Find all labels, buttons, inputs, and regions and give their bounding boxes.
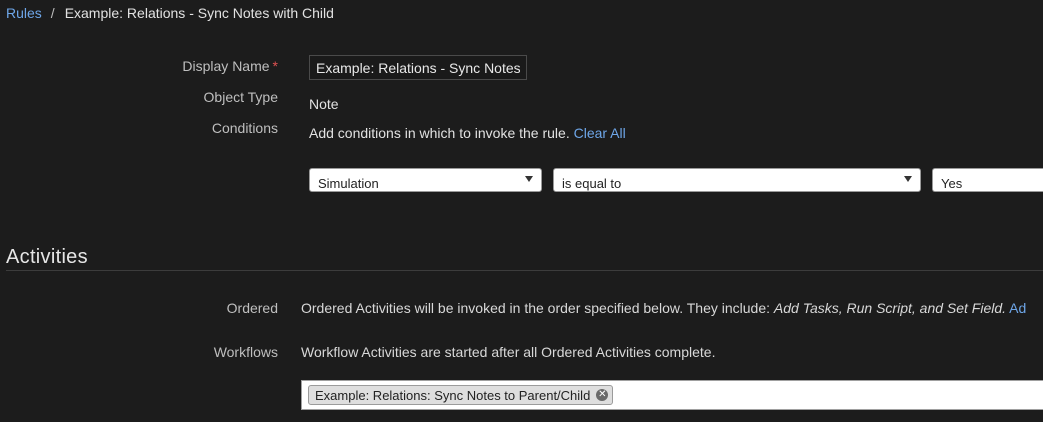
conditions-help: Add conditions in which to invoke the ru… [309, 125, 626, 141]
clear-all-link[interactable]: Clear All [574, 125, 626, 141]
workflows-description: Workflow Activities are started after al… [301, 344, 716, 360]
object-type-value: Note [309, 96, 339, 112]
breadcrumb-separator: / [50, 5, 55, 21]
object-type-label: Object Type [203, 89, 278, 105]
condition-value-select[interactable]: Yes [932, 168, 1043, 192]
breadcrumb: Rules / Example: Relations - Sync Notes … [6, 4, 334, 22]
close-icon[interactable]: ✕ [596, 389, 609, 401]
ordered-label: Ordered [226, 300, 278, 316]
workflow-tag-label: Example: Relations: Sync Notes to Parent… [315, 387, 591, 403]
chevron-down-icon [904, 176, 912, 182]
condition-value: Yes [941, 175, 963, 191]
condition-operator-value: is equal to [562, 175, 622, 191]
display-name-label: Display Name * [78, 58, 278, 74]
conditions-help-text: Add conditions in which to invoke the ru… [309, 125, 570, 141]
ordered-description: Ordered Activities will be invoked in th… [301, 300, 1026, 316]
display-name-input[interactable] [309, 55, 527, 80]
condition-field-value: Simulation [318, 175, 379, 191]
workflow-tag: Example: Relations: Sync Notes to Parent… [308, 385, 614, 405]
workflows-tag-input[interactable]: Example: Relations: Sync Notes to Parent… [301, 380, 1043, 410]
page-title: Example: Relations - Sync Notes with Chi… [64, 5, 334, 21]
condition-operator-select[interactable]: is equal to [553, 168, 921, 192]
ordered-add-link[interactable]: Ad [1009, 300, 1026, 316]
activities-heading: Activities [6, 246, 88, 268]
chevron-down-icon [525, 176, 533, 182]
ordered-examples: Add Tasks, Run Script, and Set Field. [773, 300, 1007, 316]
breadcrumb-rules-link[interactable]: Rules [6, 5, 42, 21]
section-divider [6, 270, 1043, 271]
display-name-label-text: Display Name [182, 58, 270, 74]
required-mark: * [272, 58, 278, 74]
ordered-description-text: Ordered Activities will be invoked in th… [301, 300, 770, 316]
workflows-label: Workflows [213, 344, 278, 360]
conditions-label: Conditions [211, 120, 278, 136]
condition-field-select[interactable]: Simulation [309, 168, 542, 192]
